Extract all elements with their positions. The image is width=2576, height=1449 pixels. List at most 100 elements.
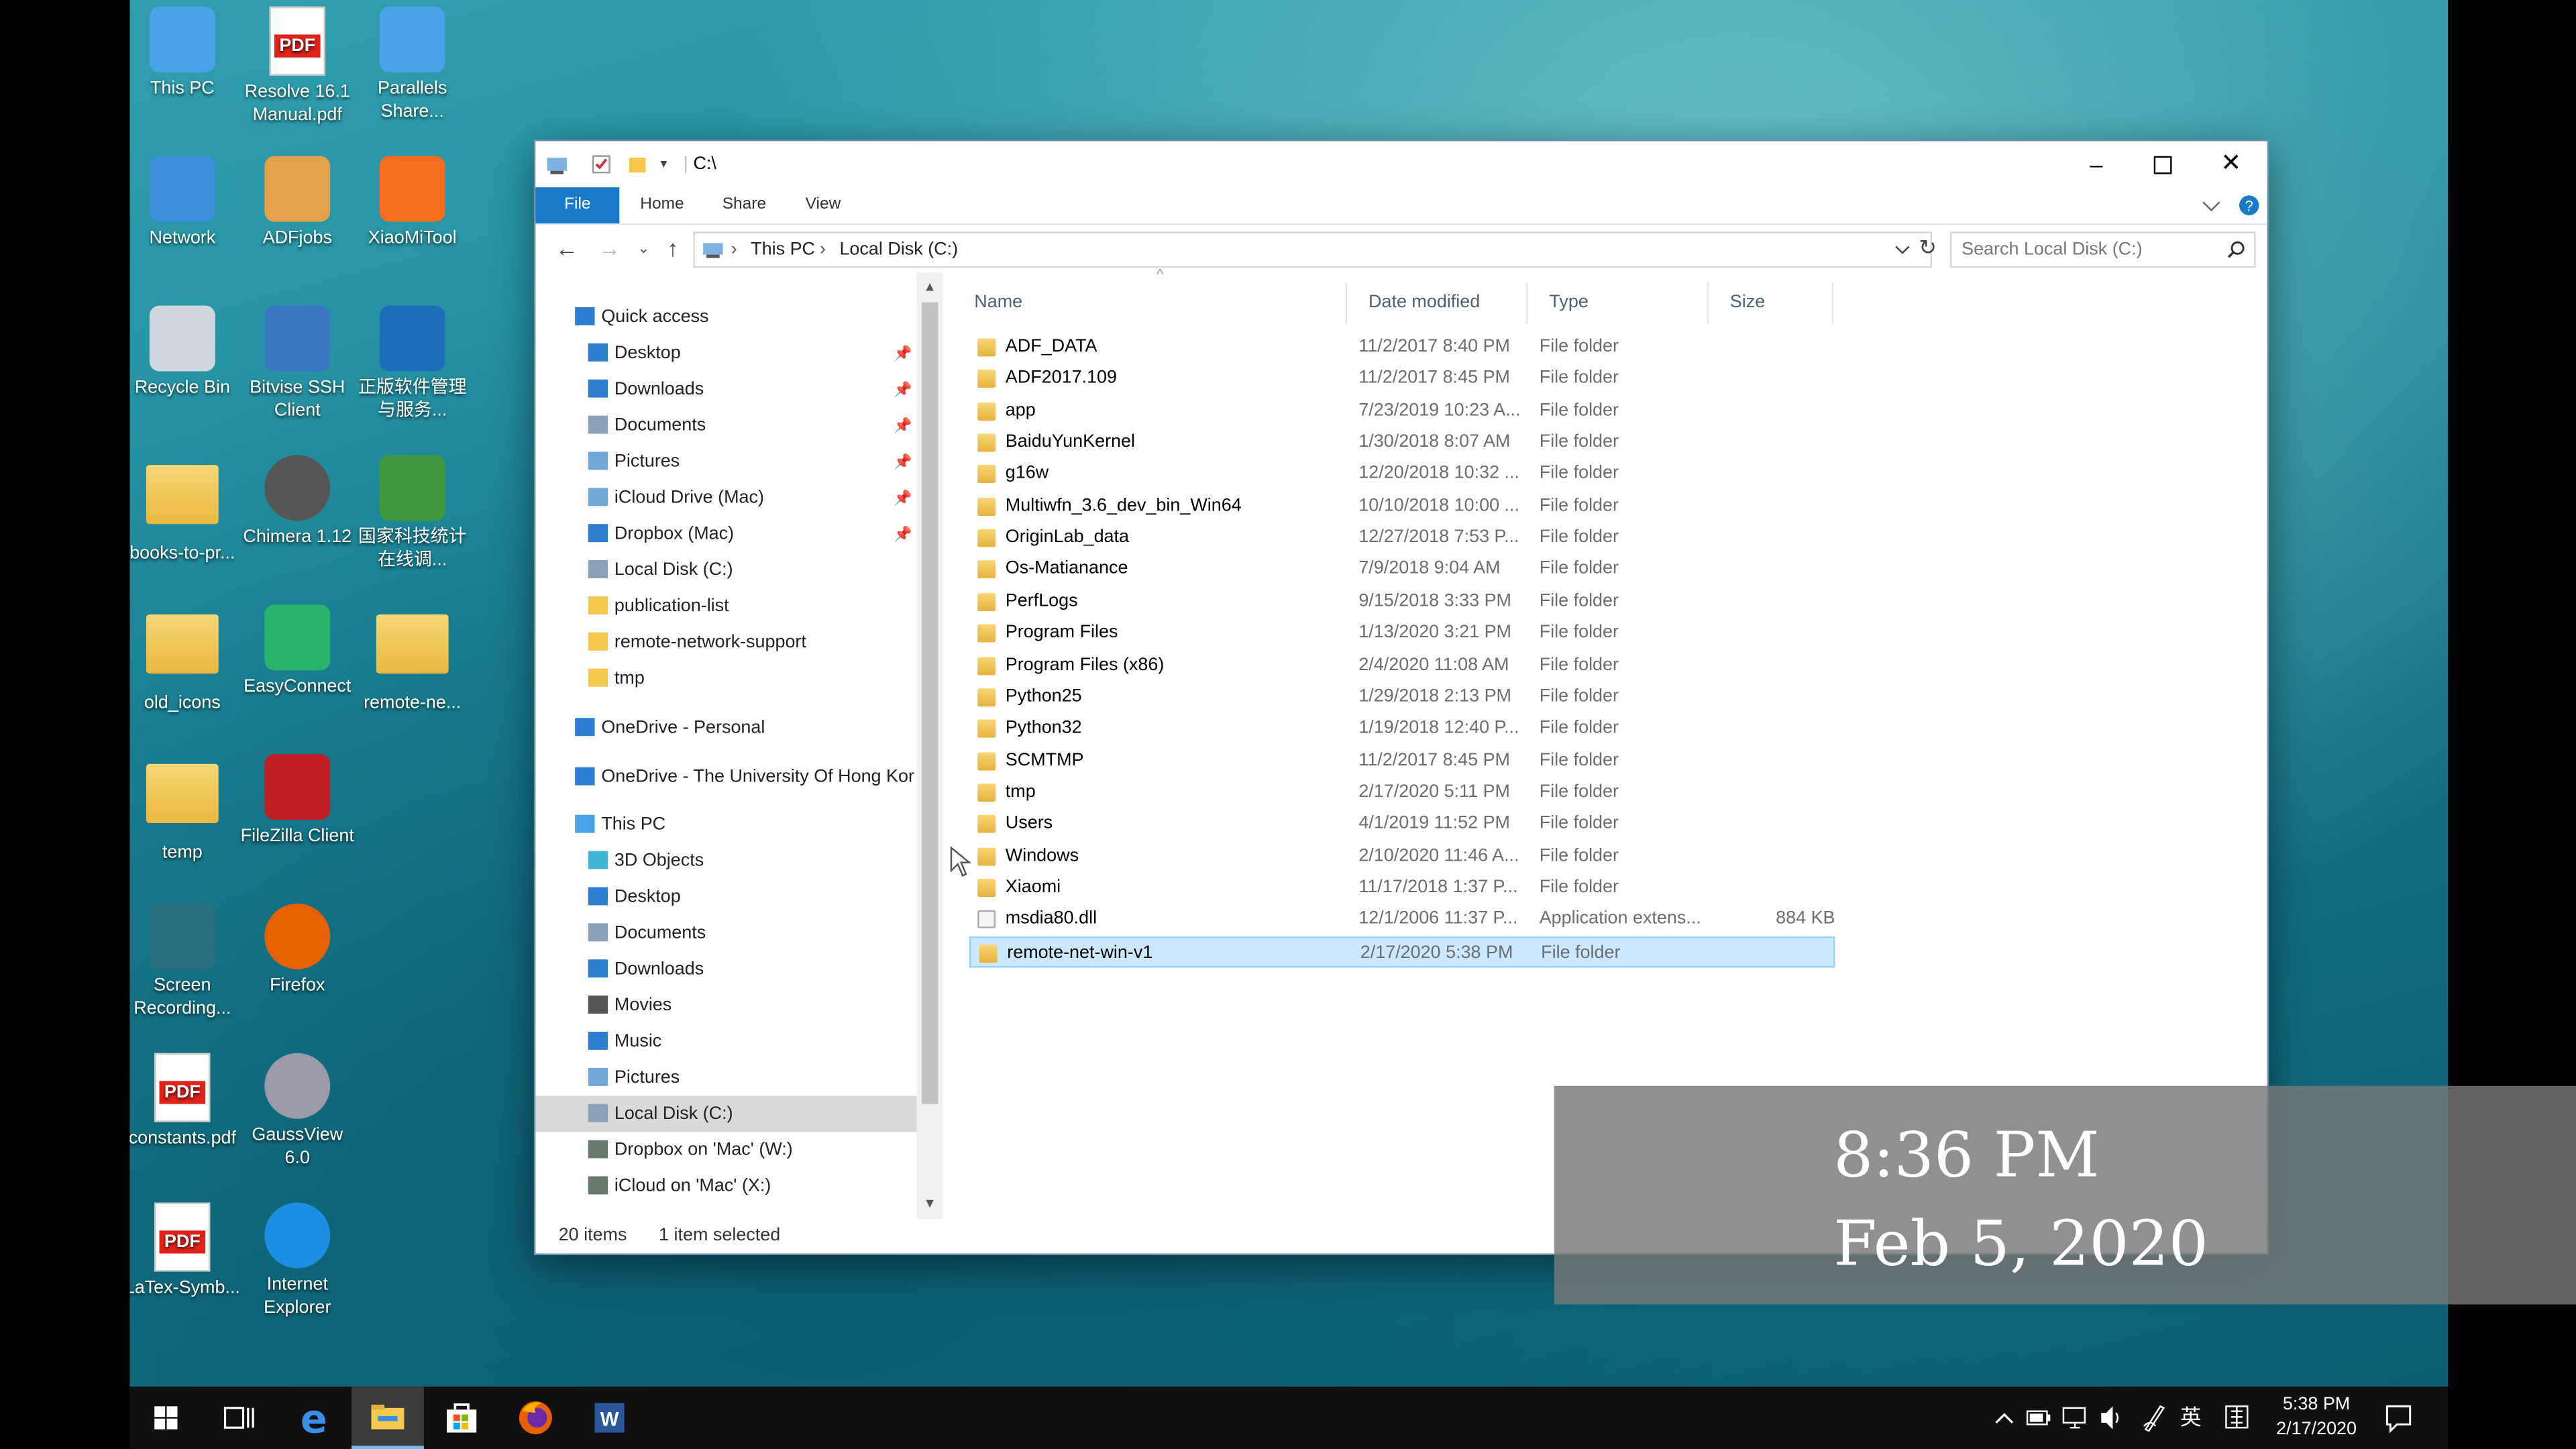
column-date-modified[interactable]: Date modified <box>1354 282 1528 324</box>
desktop-icon[interactable]: 国家科技统计在线调... <box>354 455 472 572</box>
nav-pc-item[interactable]: 3D Objects <box>535 843 916 879</box>
desktop-icon[interactable]: EasyConnect <box>238 604 356 698</box>
volume-icon[interactable] <box>2098 1387 2124 1449</box>
file-row[interactable]: SCMTMP 11/2/2017 8:45 PM File folder <box>969 745 1835 777</box>
nav-quick-item[interactable]: tmp <box>535 660 916 696</box>
nav-pc-item[interactable]: Pictures <box>535 1060 916 1096</box>
desktop-icon[interactable]: remote-ne... <box>354 604 472 714</box>
desktop-icon[interactable]: XiaoMiTool <box>354 156 472 250</box>
search-box[interactable]: Search Local Disk (C:) <box>1949 231 2256 268</box>
navigation-scrollbar[interactable]: ▲ ▼ <box>916 272 943 1220</box>
file-row[interactable]: msdia80.dll 12/1/2006 11:37 P... Applicati… <box>969 904 1835 936</box>
scroll-down-icon[interactable]: ▼ <box>923 1196 936 1211</box>
nav-this-pc[interactable]: This PC <box>535 806 916 843</box>
file-row[interactable]: PerfLogs 9/15/2018 3:33 PM File folder <box>969 586 1835 618</box>
file-row[interactable]: remote-net-win-v1 2/17/2020 5:38 PM File f… <box>969 936 1835 967</box>
nav-pc-item[interactable]: Music <box>535 1024 916 1060</box>
tab-share[interactable]: Share <box>710 187 779 223</box>
firefox-taskbar-button[interactable] <box>499 1387 572 1449</box>
pen-workspace-icon[interactable] <box>2141 1387 2167 1449</box>
desktop-icon[interactable]: ADFjobs <box>238 156 356 250</box>
forward-button[interactable]: → <box>598 225 621 272</box>
task-view-button[interactable] <box>202 1387 274 1449</box>
column-type[interactable]: Type <box>1534 282 1709 324</box>
file-row[interactable]: ADF2017.109 11/2/2017 8:45 PM File folder <box>969 364 1835 395</box>
desktop-icon[interactable]: FileZilla Client <box>238 754 356 848</box>
nav-pc-item[interactable]: Movies <box>535 987 916 1024</box>
maximize-button[interactable] <box>2145 142 2178 188</box>
minimize-button[interactable]: – <box>2080 142 2112 188</box>
quick-toolbar-dropdown-icon[interactable]: ▾ <box>660 142 667 188</box>
search-icon[interactable] <box>2226 233 2245 278</box>
nav-quick-item[interactable]: Desktop 📌 <box>535 335 916 372</box>
file-row[interactable]: Windows 2/10/2020 11:46 A... File folder <box>969 841 1835 872</box>
column-name[interactable]: Name <box>959 282 1348 324</box>
input-language-indicator[interactable]: 英 <box>2180 1387 2202 1449</box>
file-row[interactable]: Program Files 1/13/2020 3:21 PM File folde… <box>969 618 1835 649</box>
refresh-button[interactable]: ↻ <box>1919 225 1937 272</box>
word-taskbar-button[interactable]: W <box>574 1387 646 1449</box>
desktop-icon[interactable]: GaussView 6.0 <box>238 1053 356 1170</box>
nav-quick-item[interactable]: Local Disk (C:) <box>535 552 916 588</box>
edge-button[interactable]: e <box>278 1387 350 1449</box>
file-row[interactable]: BaiduYunKernel 1/30/2018 8:07 AM File fold… <box>969 427 1835 459</box>
desktop-icon[interactable]: Resolve 16.1 Manual.pdf <box>238 6 356 127</box>
address-bar[interactable]: › This PC › Local Disk (C:) <box>693 231 1933 268</box>
nav-onedrive-personal[interactable]: OneDrive - Personal <box>535 710 916 746</box>
desktop-icon[interactable]: Firefox <box>238 903 356 998</box>
file-row[interactable]: ADF_DATA 11/2/2017 8:40 PM File folder <box>969 332 1835 364</box>
breadcrumb-this-pc[interactable]: This PC <box>751 233 815 266</box>
new-folder-icon[interactable] <box>628 142 647 188</box>
nav-pc-item[interactable]: Dropbox on 'Mac' (W:) <box>535 1132 916 1168</box>
file-row[interactable]: Python25 1/29/2018 2:13 PM File folder <box>969 682 1835 713</box>
recent-locations-icon[interactable]: ⌄ <box>637 225 649 272</box>
file-row[interactable]: Multiwfn_3.6_dev_bin_Win64 10/10/2018 10:… <box>969 491 1835 523</box>
store-button[interactable] <box>425 1387 498 1449</box>
search-input[interactable]: Search Local Disk (C:) <box>1962 233 2143 266</box>
desktop-icon[interactable]: Bitvise SSH Client <box>238 305 356 423</box>
nav-quick-item[interactable]: Dropbox (Mac) 📌 <box>535 516 916 552</box>
up-button[interactable]: ↑ <box>667 225 678 272</box>
close-button[interactable]: ✕ <box>2214 142 2247 188</box>
file-row[interactable]: Xiaomi 11/17/2018 1:37 P... File folder <box>969 872 1835 904</box>
address-dropdown-icon[interactable] <box>1894 233 1911 278</box>
desktop-icon[interactable]: This PC <box>129 6 241 101</box>
nav-pc-item[interactable]: iCloud on 'Mac' (X:) <box>535 1168 916 1204</box>
nav-quick-item[interactable]: remote-network-support <box>535 625 916 661</box>
show-hidden-icons[interactable] <box>1993 1387 2016 1449</box>
file-row[interactable]: Os-Matianance 7/9/2018 9:04 AM File folder <box>969 554 1835 586</box>
desktop-icon[interactable]: Recycle Bin <box>129 305 241 400</box>
file-row[interactable]: OriginLab_data 12/27/2018 7:53 P... File f… <box>969 523 1835 554</box>
nav-quick-item[interactable]: iCloud Drive (Mac) 📌 <box>535 480 916 516</box>
desktop-icon[interactable]: 正版软件管理与服务... <box>354 305 472 423</box>
nav-pc-item[interactable]: Downloads <box>535 951 916 987</box>
scroll-up-icon[interactable]: ▲ <box>923 279 936 294</box>
action-center-icon[interactable] <box>2383 1387 2413 1449</box>
desktop-icon[interactable]: Internet Explorer <box>238 1202 356 1320</box>
column-size[interactable]: Size <box>1715 282 1834 324</box>
nav-pc-item[interactable]: Documents <box>535 915 916 951</box>
desktop-icon[interactable]: Chimera 1.12 <box>238 455 356 549</box>
file-row[interactable]: Program Files (x86) 2/4/2020 11:08 AM File… <box>969 650 1835 682</box>
desktop-icon[interactable]: Network <box>129 156 241 250</box>
nav-quick-access[interactable]: Quick access <box>535 299 916 335</box>
nav-quick-item[interactable]: Documents 📌 <box>535 407 916 443</box>
desktop-icon[interactable]: Screen Recording... <box>129 903 241 1020</box>
scrollbar-thumb[interactable] <box>921 302 938 1104</box>
nav-onedrive-hku[interactable]: OneDrive - The University Of Hong Kor <box>535 759 916 795</box>
battery-icon[interactable] <box>2026 1387 2052 1449</box>
back-button[interactable]: ← <box>555 225 578 272</box>
desktop-icon[interactable]: LaTex-Symb... <box>129 1202 241 1299</box>
tab-home[interactable]: Home <box>628 187 697 223</box>
file-row[interactable]: g16w 12/20/2018 10:32 ... File folder <box>969 459 1835 490</box>
nav-quick-item[interactable]: Downloads 📌 <box>535 371 916 407</box>
nav-pc-item[interactable]: Desktop <box>535 879 916 915</box>
desktop-icon[interactable]: constants.pdf <box>129 1053 241 1150</box>
desktop-icon[interactable]: old_icons <box>129 604 241 714</box>
properties-icon[interactable] <box>592 142 611 188</box>
ime-mode-icon[interactable] <box>2224 1387 2251 1449</box>
help-icon[interactable]: ? <box>2236 187 2262 223</box>
nav-quick-item[interactable]: Pictures 📌 <box>535 443 916 480</box>
file-row[interactable]: tmp 2/17/2020 5:11 PM File folder <box>969 777 1835 808</box>
start-button[interactable] <box>129 1387 202 1449</box>
